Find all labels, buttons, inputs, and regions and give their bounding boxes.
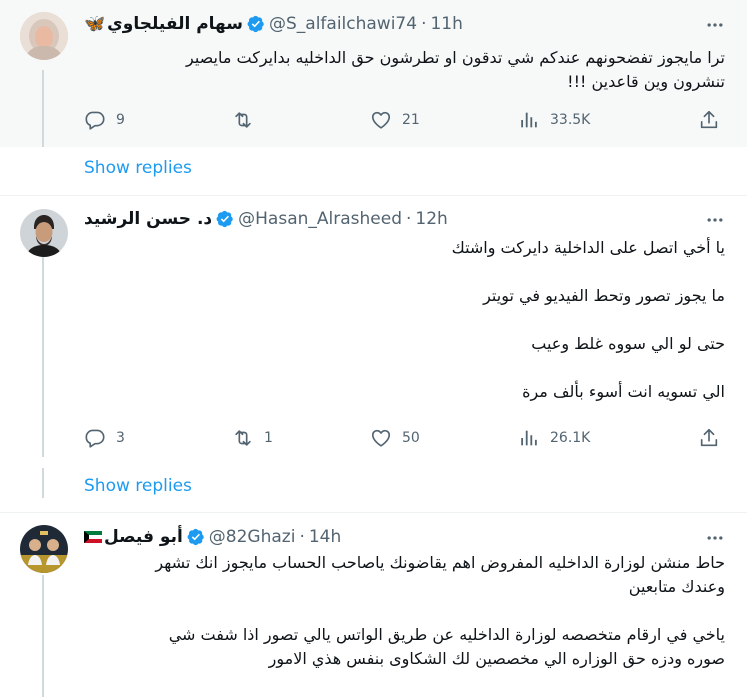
display-name[interactable]: أبو فيصل [104,527,183,547]
tweet-line: صوره ودزه حق الوزاره الي مخصصين لك الشكا… [268,649,725,668]
avatar[interactable] [20,12,68,60]
tweet-line: حتى لو الي سووه غلط وعيب [531,334,725,353]
show-replies-link[interactable]: Show replies [84,476,192,496]
tweet-line: تنشرون وين قاعدين !!! [567,72,725,91]
tweet-line: ياخي في ارقام متخصصه لوزارة الداخليه عن … [168,625,725,644]
verified-badge-icon [247,15,265,33]
retweet-button[interactable]: 1 [232,427,370,449]
like-icon [370,427,392,449]
display-name[interactable]: د. حسن الرشيد [84,209,212,229]
retweet-icon [232,109,254,131]
reply-count: 9 [116,112,125,128]
display-name[interactable]: سهام الفيلجاوي [107,14,243,34]
tweet-line: ما يجوز تصور وتحط الفيديو في تويتر [483,286,725,305]
views-icon [518,109,540,131]
avatar[interactable] [20,209,68,257]
tweet-line: الي تسويه انت أسوء بألف مرة [522,382,725,401]
retweet-count: 1 [264,430,273,446]
retweet-button[interactable] [232,109,370,131]
tweet-text: يا أخي اتصل على الداخلية دايركت واشتك ما… [84,236,725,404]
kuwait-flag-emoji [84,531,102,543]
verified-badge-icon [187,528,205,546]
reply-count: 3 [116,430,125,446]
tweet[interactable]: 🦋 سهام الفيلجاوي @S_alfailchawi74 · 11h … [0,0,747,147]
verified-badge-icon [216,210,234,228]
user-handle[interactable]: @82Ghazi [209,527,296,547]
views-count: 33.5K [550,112,591,128]
share-icon [698,109,720,131]
thread-line [42,70,44,147]
timestamp[interactable]: 14h [309,527,341,547]
share-button[interactable] [698,427,720,449]
reply-icon [84,109,106,131]
views-button[interactable]: 26.1K [518,427,698,449]
tweet-line: ترا مايجوز تفضحونهم عندكم شي تدقون او تط… [185,48,725,67]
like-icon [370,109,392,131]
tweet[interactable]: د. حسن الرشيد @Hasan_Alrasheed · 12h يا … [0,195,747,457]
emoji-butterfly-icon: 🦋 [84,14,106,34]
more-icon[interactable] [705,210,725,230]
avatar[interactable] [20,525,68,573]
user-handle[interactable]: @Hasan_Alrasheed [238,209,402,229]
separator-dot: · [299,527,305,547]
like-button[interactable]: 21 [370,109,518,131]
tweet-line: حاط منشن لوزارة الداخليه المفروض اهم يقا… [155,553,725,572]
tweet-text: حاط منشن لوزارة الداخليه المفروض اهم يقا… [84,551,725,671]
share-button[interactable] [698,109,720,131]
tweet-line: يا أخي اتصل على الداخلية دايركت واشتك [451,238,725,257]
reply-button[interactable]: 3 [84,427,232,449]
tweet-line: وعندك متابعين [628,577,725,596]
share-icon [698,427,720,449]
separator-dot: · [406,209,412,229]
views-count: 26.1K [550,430,591,446]
timestamp[interactable]: 11h [430,14,462,34]
thread-line [42,468,44,498]
like-count: 21 [402,112,420,128]
views-button[interactable]: 33.5K [518,109,698,131]
user-handle[interactable]: @S_alfailchawi74 [269,14,417,34]
timestamp[interactable]: 12h [415,209,447,229]
retweet-icon [232,427,254,449]
reply-icon [84,427,106,449]
show-replies-link[interactable]: Show replies [84,158,192,178]
tweet[interactable]: أبو فيصل @82Ghazi · 14h حاط منشن لوزارة … [0,513,747,697]
more-icon[interactable] [705,15,725,35]
separator-dot: · [421,14,427,34]
tweet-text: ترا مايجوز تفضحونهم عندكم شي تدقون او تط… [84,46,725,94]
thread-line [42,257,44,457]
like-count: 50 [402,430,420,446]
more-icon[interactable] [705,528,725,548]
views-icon [518,427,540,449]
reply-button[interactable]: 9 [84,109,232,131]
like-button[interactable]: 50 [370,427,518,449]
